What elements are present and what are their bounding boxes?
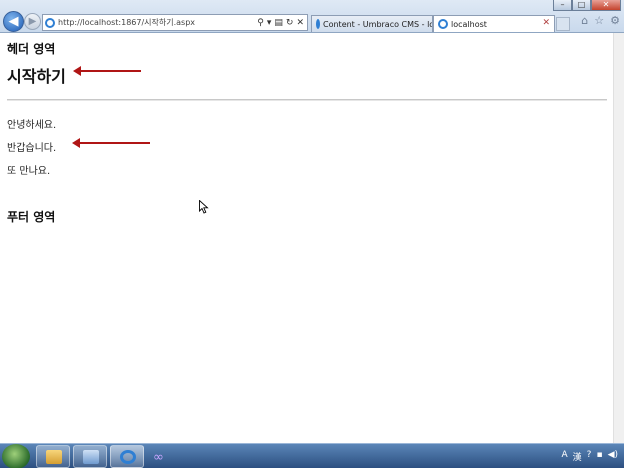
- hanja-icon[interactable]: 漢: [573, 450, 582, 463]
- system-tray: A 漢 ? ▪ ◀): [561, 450, 618, 463]
- page-content: 헤더 영역 시작하기 안녕하세요. 반갑습니다. 또 만나요. 푸터 영역: [0, 33, 613, 443]
- app-icon: [83, 450, 99, 464]
- vertical-scrollbar[interactable]: [613, 33, 624, 443]
- page-title: 시작하기: [7, 67, 66, 86]
- network-icon[interactable]: ▪: [596, 450, 602, 463]
- refresh-icon[interactable]: ↻: [286, 18, 294, 28]
- volume-icon[interactable]: ◀): [608, 450, 618, 463]
- divider: [7, 99, 607, 101]
- new-tab-button[interactable]: [556, 17, 570, 31]
- tab-label: Content - Umbraco CMS - lo...: [323, 19, 433, 29]
- annotation-arrow-paragraph: [72, 138, 150, 148]
- paragraph: 또 만나요.: [7, 166, 51, 177]
- paragraph: 안녕하세요.: [7, 120, 57, 131]
- ie-tab-icon: [438, 19, 448, 29]
- folder-icon: [46, 450, 62, 464]
- close-window-button[interactable]: ✕: [591, 0, 621, 11]
- search-icon[interactable]: ⚲: [257, 18, 264, 28]
- browser-chrome: – □ ✕ ◀ ▶ http://localhost:1867/시작하기.asp…: [0, 0, 624, 33]
- taskbar-explorer[interactable]: [36, 445, 70, 468]
- taskbar: ∞ A 漢 ? ▪ ◀): [0, 443, 624, 468]
- start-button[interactable]: [2, 444, 30, 468]
- tab-umbraco[interactable]: Content - Umbraco CMS - lo...: [311, 15, 433, 32]
- forward-arrow-icon: ▶: [28, 16, 37, 27]
- paragraph: 반갑습니다.: [7, 143, 57, 154]
- taskbar-app[interactable]: [73, 445, 107, 468]
- footer-area: 푸터 영역: [7, 210, 56, 224]
- header-area: 헤더 영역: [7, 42, 56, 56]
- maximize-button[interactable]: □: [572, 0, 591, 11]
- tab-localhost[interactable]: localhost ✕: [433, 15, 555, 32]
- close-tab-icon[interactable]: ✕: [542, 18, 550, 28]
- annotation-arrow-title: [73, 66, 141, 76]
- minimize-button[interactable]: –: [553, 0, 572, 11]
- tools-gear-icon[interactable]: ⚙: [610, 14, 620, 27]
- favorites-star-icon[interactable]: ☆: [594, 14, 604, 27]
- ie-page-icon: [45, 17, 55, 28]
- taskbar-internet-explorer[interactable]: [110, 445, 144, 468]
- forward-button[interactable]: ▶: [24, 13, 41, 30]
- stop-icon[interactable]: ✕: [296, 18, 304, 28]
- tab-label: localhost: [451, 19, 487, 29]
- address-url[interactable]: http://localhost:1867/시작하기.aspx: [58, 17, 257, 28]
- visual-studio-icon[interactable]: ∞: [153, 450, 164, 465]
- address-bar[interactable]: http://localhost:1867/시작하기.aspx ⚲ ▾ ▤ ↻ …: [42, 14, 308, 31]
- ie-icon: [120, 450, 136, 464]
- ie-tab-icon: [316, 19, 320, 29]
- back-arrow-icon: ◀: [8, 14, 19, 29]
- dropdown-icon[interactable]: ▾: [267, 18, 272, 28]
- compatibility-icon[interactable]: ▤: [274, 18, 283, 28]
- help-icon[interactable]: ?: [587, 450, 592, 463]
- mouse-cursor-icon: [199, 200, 209, 214]
- ime-icon[interactable]: A: [561, 450, 567, 463]
- home-icon[interactable]: ⌂: [581, 14, 588, 27]
- window-controls: – □ ✕: [553, 0, 621, 11]
- back-button[interactable]: ◀: [3, 11, 24, 32]
